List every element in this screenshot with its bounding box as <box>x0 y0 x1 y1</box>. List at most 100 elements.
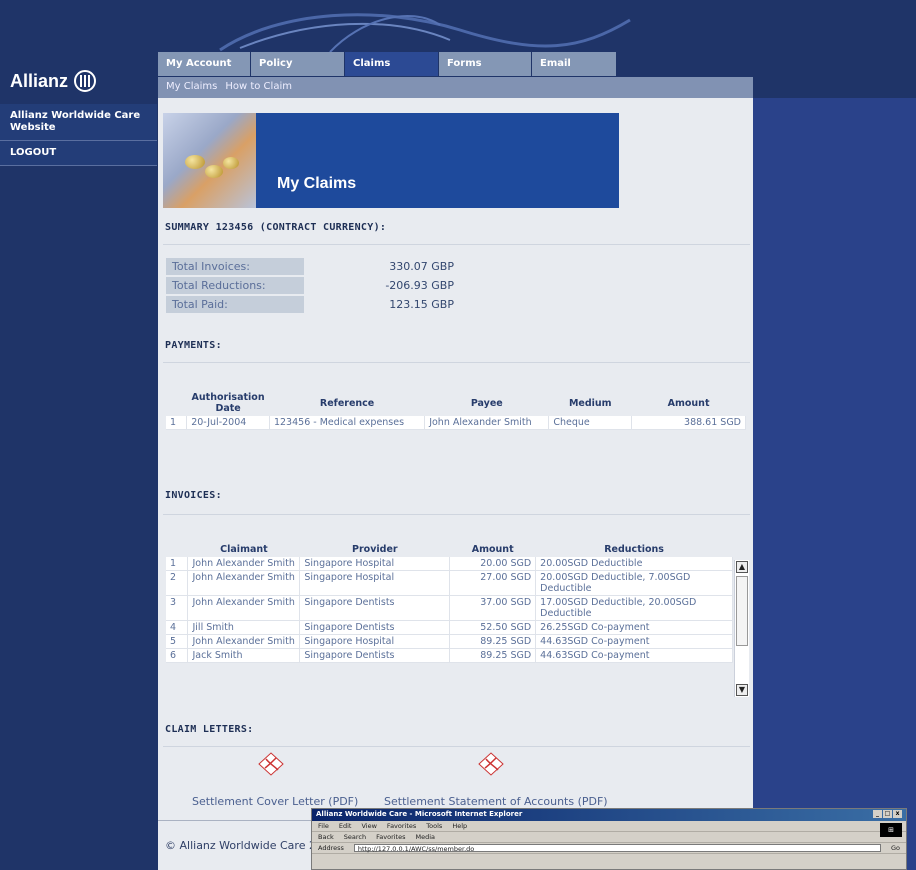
col-header: Authorisation Date <box>191 392 265 414</box>
invoices-title: INVOICES: <box>165 490 222 501</box>
ie-toolbar: Back Search Favorites Media <box>312 832 906 843</box>
favorites-button[interactable]: Favorites <box>376 833 405 841</box>
cell-claimant: John Alexander Smith <box>187 570 301 596</box>
menu-view[interactable]: View <box>361 822 376 830</box>
coin-graphic <box>223 157 239 169</box>
col-header: Provider <box>352 544 398 555</box>
tab-email[interactable]: Email <box>532 52 616 76</box>
menu-edit[interactable]: Edit <box>339 822 352 830</box>
subnav-how-to-claim[interactable]: How to Claim <box>225 81 292 94</box>
tab-my-account[interactable]: My Account <box>158 52 250 76</box>
invoices-scroll-area[interactable]: Claimant Provider Amount Reductions 1 Jo… <box>166 542 749 697</box>
scroll-thumb[interactable] <box>736 576 748 646</box>
cell-index: 4 <box>166 620 189 635</box>
summary-value: -206.93 GBP <box>385 279 454 292</box>
settlement-statement-link[interactable]: Settlement Statement of Accounts (PDF) <box>384 795 608 808</box>
divider <box>163 514 750 515</box>
pdf-cover-letter-icon[interactable] <box>256 750 286 781</box>
cell-payee: John Alexander Smith <box>424 416 550 430</box>
col-header: Payee <box>470 397 503 409</box>
address-label: Address <box>318 844 344 852</box>
scroll-down-icon[interactable]: ▼ <box>736 684 748 696</box>
cell-amount: 20.00 SGD <box>449 557 537 571</box>
windows-logo-icon: ⊞ <box>880 823 902 837</box>
minimize-icon[interactable]: _ <box>873 810 882 818</box>
ie-title-bar[interactable]: Allianz Worldwide Care - Microsoft Inter… <box>312 809 906 821</box>
table-row[interactable]: 4 Jill Smith Singapore Dentists 52.50 SG… <box>166 620 733 635</box>
pdf-statement-icon[interactable] <box>476 750 506 781</box>
cell-provider: Singapore Dentists <box>299 595 451 621</box>
summary-table: Total Invoices: 330.07 GBP Total Reducti… <box>166 258 454 315</box>
menu-tools[interactable]: Tools <box>426 822 442 830</box>
cell-claimant: Jack Smith <box>187 648 301 663</box>
media-button[interactable]: Media <box>416 833 436 841</box>
settlement-cover-letter-link[interactable]: Settlement Cover Letter (PDF) <box>192 795 358 808</box>
subnav-my-claims[interactable]: My Claims <box>166 81 217 94</box>
cell-provider: Singapore Hospital <box>299 570 451 596</box>
summary-value: 123.15 GBP <box>389 298 454 311</box>
table-row[interactable]: 1 John Alexander Smith Singapore Hospita… <box>166 557 733 571</box>
coin-graphic <box>205 165 223 178</box>
allianz-logo[interactable]: Allianz <box>10 70 97 92</box>
table-row[interactable]: 2 John Alexander Smith Singapore Hospita… <box>166 570 733 596</box>
menu-file[interactable]: File <box>318 822 329 830</box>
main-tabs: My Account Policy Claims Forms Email <box>158 52 617 76</box>
divider <box>163 362 750 363</box>
back-button[interactable]: Back <box>318 833 334 841</box>
cell-index: 6 <box>166 648 189 663</box>
cell-date: 20-Jul-2004 <box>186 416 270 430</box>
ie-window-title: Allianz Worldwide Care - Microsoft Inter… <box>316 810 523 818</box>
summary-value: 330.07 GBP <box>389 260 454 273</box>
cell-reductions: 20.00SGD Deductible, 7.00SGD Deductible <box>535 570 733 596</box>
tab-forms[interactable]: Forms <box>439 52 531 76</box>
maximize-icon[interactable]: □ <box>883 810 892 818</box>
cell-claimant: John Alexander Smith <box>187 595 301 621</box>
col-header: Reductions <box>604 544 664 555</box>
cell-provider: Singapore Dentists <box>299 648 451 663</box>
cell-provider: Singapore Hospital <box>299 557 451 571</box>
cell-amount: 27.00 SGD <box>449 570 537 596</box>
table-row[interactable]: 6 Jack Smith Singapore Dentists 89.25 SG… <box>166 648 733 663</box>
table-row[interactable]: 5 John Alexander Smith Singapore Hospita… <box>166 634 733 649</box>
cell-reductions: 20.00SGD Deductible <box>535 557 733 571</box>
coin-graphic <box>185 155 205 169</box>
menu-help[interactable]: Help <box>452 822 467 830</box>
table-row[interactable]: 3 John Alexander Smith Singapore Dentist… <box>166 595 733 621</box>
close-icon[interactable]: x <box>893 810 902 818</box>
cell-reductions: 44.63SGD Co-payment <box>535 648 733 663</box>
cell-amount: 89.25 SGD <box>449 648 537 663</box>
ie-browser-window[interactable]: Allianz Worldwide Care - Microsoft Inter… <box>311 808 907 870</box>
left-nav-website-link[interactable]: Allianz Worldwide Care Website <box>0 104 157 141</box>
tab-claims[interactable]: Claims <box>345 52 438 76</box>
address-input[interactable]: http://127.0.0.1/AWC/ss/member.do <box>353 844 881 853</box>
page-title: My Claims <box>277 175 357 192</box>
col-header: Claimant <box>220 544 268 555</box>
menu-favorites[interactable]: Favorites <box>387 822 416 830</box>
divider <box>163 746 750 747</box>
ie-menu-bar: File Edit View Favorites Tools Help <box>312 821 906 832</box>
search-button[interactable]: Search <box>344 833 366 841</box>
summary-label: Total Reductions: <box>166 277 304 294</box>
cell-index: 3 <box>166 595 189 621</box>
invoices-scrollbar[interactable]: ▲ ▼ <box>734 560 749 697</box>
table-row[interactable]: 1 20-Jul-2004 123456 - Medical expenses … <box>166 416 746 430</box>
tab-policy[interactable]: Policy <box>251 52 344 76</box>
invoices-table: Claimant Provider Amount Reductions 1 Jo… <box>166 542 733 663</box>
go-button[interactable]: Go <box>891 844 900 852</box>
cell-claimant: John Alexander Smith <box>187 634 301 649</box>
hero-photo <box>163 113 256 208</box>
col-header <box>166 390 187 416</box>
divider <box>163 244 750 245</box>
summary-row: Total Paid: 123.15 GBP <box>166 296 454 313</box>
cell-index: 1 <box>166 557 189 571</box>
logout-link[interactable]: LOGOUT <box>0 141 157 166</box>
cell-medium: Cheque <box>548 416 633 430</box>
summary-label: Total Paid: <box>166 296 304 313</box>
cell-reductions: 44.63SGD Co-payment <box>535 634 733 649</box>
hero-banner: My Claims <box>163 113 619 208</box>
payments-table: Authorisation Date Reference Payee Mediu… <box>166 390 746 430</box>
summary-title: SUMMARY 123456 (CONTRACT CURRENCY): <box>165 222 387 233</box>
main-content: My Claims SUMMARY 123456 (CONTRACT CURRE… <box>158 98 753 870</box>
cell-claimant: John Alexander Smith <box>187 557 301 571</box>
scroll-up-icon[interactable]: ▲ <box>736 561 748 573</box>
